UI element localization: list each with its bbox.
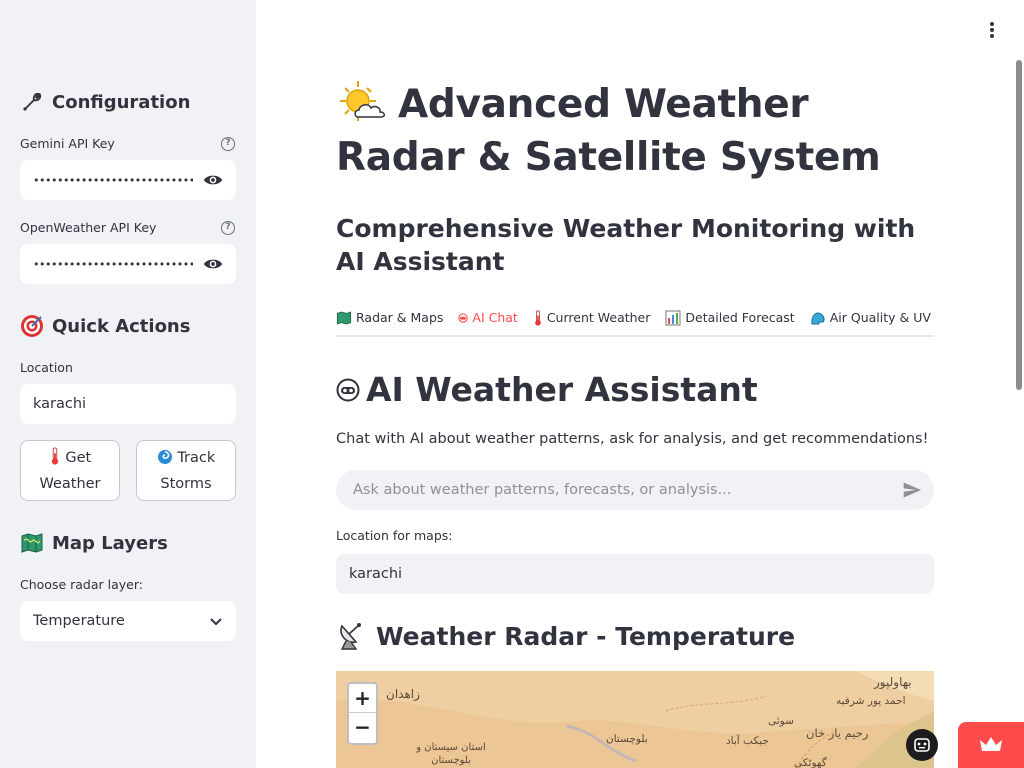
map-zoom-control: + − (347, 682, 378, 745)
openweather-api-key-field[interactable]: ••••••••••••••••••••••••••••• (20, 244, 236, 284)
tab-label: Detailed Forecast (685, 310, 795, 325)
target-icon (21, 315, 43, 337)
chevron-down-icon (210, 618, 222, 626)
tab-ai-chat[interactable]: AI Chat (458, 300, 518, 335)
tab-current-weather[interactable]: Current Weather (533, 300, 651, 335)
map-label: زاهدان (386, 687, 420, 701)
eye-icon[interactable] (203, 170, 223, 190)
tab-label: AI Chat (472, 310, 518, 325)
radar-layer-select[interactable]: Temperature (20, 601, 236, 641)
location-for-maps-value: karachi (349, 566, 403, 582)
thermometer-icon (535, 309, 541, 326)
get-weather-button[interactable]: Get Weather (20, 440, 120, 501)
radar-layer-label: Choose radar layer: (20, 577, 143, 592)
map-icon (336, 310, 352, 325)
assistant-description: Chat with AI about weather patterns, ask… (336, 431, 929, 447)
map-layers-heading: Map Layers (20, 531, 168, 555)
tab-radar-maps[interactable]: Radar & Maps (336, 300, 443, 335)
tab-detailed-forecast[interactable]: Detailed Forecast (665, 300, 795, 335)
location-label: Location (20, 360, 73, 375)
map-label: احمد پور شرقیه (836, 695, 906, 707)
chat-input-container (336, 470, 934, 510)
sidebar: Configuration Gemini API Key ? •••••••••… (0, 0, 256, 768)
radar-heading: Weather Radar - Temperature (336, 620, 795, 652)
location-input[interactable]: karachi (20, 384, 236, 424)
gemini-api-key-label: Gemini API Key (20, 136, 115, 151)
main-menu-icon[interactable] (984, 20, 1000, 40)
thermometer-icon (51, 447, 58, 465)
map-label: رحیم یار خان (806, 726, 869, 740)
map-layers-heading-text: Map Layers (52, 532, 168, 554)
openweather-api-key-value: ••••••••••••••••••••••••••••• (33, 257, 193, 271)
map-label: جیکب آباد (726, 735, 769, 747)
wrench-icon (23, 92, 42, 111)
page-title: Advanced Weather Radar & Satellite Syste… (336, 78, 946, 184)
crown-icon (980, 737, 1002, 751)
help-icon[interactable]: ? (221, 137, 235, 151)
robot-icon (336, 378, 360, 401)
quick-actions-heading: Quick Actions (20, 314, 190, 338)
bar-chart-icon (665, 310, 681, 325)
help-icon[interactable]: ? (221, 221, 235, 235)
map-label: بهاولپور (874, 675, 912, 689)
map-label: بلوچستان (606, 733, 648, 745)
map-label: گھوٹکی (794, 757, 827, 768)
chat-input[interactable] (353, 482, 902, 498)
tab-label: Air Quality & UV (829, 310, 931, 325)
wind-face-icon (811, 312, 825, 324)
configuration-heading-text: Configuration (52, 91, 191, 113)
openweather-api-key-label: OpenWeather API Key (20, 220, 157, 235)
zoom-out-button[interactable]: − (349, 713, 376, 742)
deploy-button[interactable] (958, 722, 1024, 768)
app-badge-icon[interactable] (906, 729, 938, 761)
tab-bar: Radar & Maps AI Chat Current Weather Det… (336, 300, 934, 337)
quick-actions-heading-text: Quick Actions (52, 315, 191, 337)
tab-air-quality-uv[interactable]: Air Quality & UV (810, 300, 931, 335)
robot-icon (458, 312, 469, 323)
assistant-heading-text: AI Weather Assistant (366, 370, 758, 409)
map-label: سوئی (768, 715, 794, 727)
assistant-heading: AI Weather Assistant (336, 370, 758, 409)
map-icon (21, 533, 43, 553)
page-subtitle: Comprehensive Weather Monitoring with AI… (336, 214, 916, 276)
track-storms-button[interactable]: Track Storms (136, 440, 236, 501)
scrollbar[interactable] (1016, 60, 1022, 390)
tab-label: Current Weather (546, 310, 651, 325)
gemini-api-key-field[interactable]: ••••••••••••••••••••••••••••• (20, 160, 236, 200)
eye-icon[interactable] (203, 254, 223, 274)
location-for-maps-input[interactable]: karachi (336, 554, 934, 594)
gemini-api-key-value: ••••••••••••••••••••••••••••• (33, 173, 193, 187)
tab-label: Radar & Maps (356, 310, 444, 325)
configuration-heading: Configuration (20, 90, 190, 114)
location-value: karachi (33, 396, 87, 412)
radar-layer-value: Temperature (33, 613, 125, 629)
page-title-text: Advanced Weather Radar & Satellite Syste… (336, 82, 881, 180)
radar-heading-text: Weather Radar - Temperature (376, 621, 796, 651)
cyclone-icon (157, 450, 172, 464)
satellite-dish-icon (340, 623, 361, 650)
map-label: استان سیستان و بلوچستان (416, 742, 486, 766)
sun-behind-cloud-icon (340, 81, 385, 121)
zoom-in-button[interactable]: + (349, 684, 376, 713)
radar-map[interactable]: + − زاهدان بهاولپور احمد پور شرقیه سوئی … (336, 671, 934, 768)
send-icon[interactable] (902, 480, 922, 500)
location-for-maps-label: Location for maps: (336, 528, 453, 543)
